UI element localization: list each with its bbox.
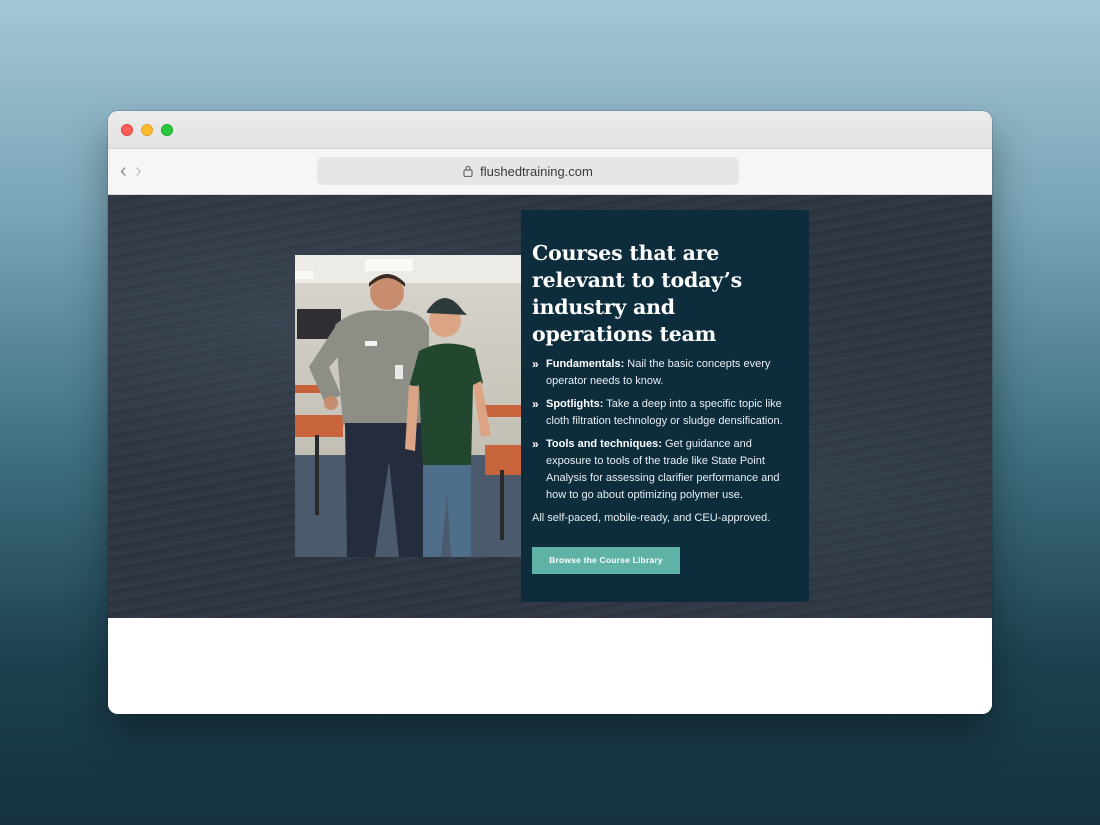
forward-icon[interactable]: ›: [135, 161, 142, 181]
title-bar: [108, 111, 992, 149]
bullet-title: Fundamentals:: [546, 358, 625, 370]
course-info-card: Courses that are relevant to today’s ind…: [521, 210, 809, 602]
browse-course-library-button[interactable]: Browse the Course Library: [532, 547, 680, 574]
browser-window: ‹ › flushedtraining.com Courses that are…: [108, 111, 992, 714]
maximize-window-button[interactable]: [161, 124, 173, 136]
url-text: flushedtraining.com: [480, 163, 593, 179]
double-chevron-icon: »: [532, 437, 539, 451]
hero-heading: Courses that are relevant to today’s ind…: [532, 241, 742, 346]
web-page: Courses that are relevant to today’s ind…: [108, 195, 992, 714]
hero-section: Courses that are relevant to today’s ind…: [108, 195, 992, 618]
list-item: » Spotlights: Take a deep into a specifi…: [532, 396, 798, 430]
double-chevron-icon: »: [532, 397, 539, 411]
address-bar[interactable]: flushedtraining.com: [317, 157, 739, 185]
features-note: All self-paced, mobile-ready, and CEU-ap…: [532, 512, 771, 524]
lock-icon: [463, 165, 473, 177]
course-type-list: » Fundamentals: Nail the basic concepts …: [532, 356, 798, 504]
list-item: » Tools and techniques: Get guidance and…: [532, 436, 798, 504]
bullet-title: Tools and techniques:: [546, 438, 662, 450]
double-chevron-icon: »: [532, 357, 539, 371]
back-icon[interactable]: ‹: [120, 161, 127, 181]
minimize-window-button[interactable]: [141, 124, 153, 136]
team-photo: [295, 255, 522, 557]
close-window-button[interactable]: [121, 124, 133, 136]
list-item: » Fundamentals: Nail the basic concepts …: [532, 356, 798, 390]
bullet-title: Spotlights:: [546, 398, 604, 410]
browser-toolbar: ‹ › flushedtraining.com: [108, 149, 992, 195]
